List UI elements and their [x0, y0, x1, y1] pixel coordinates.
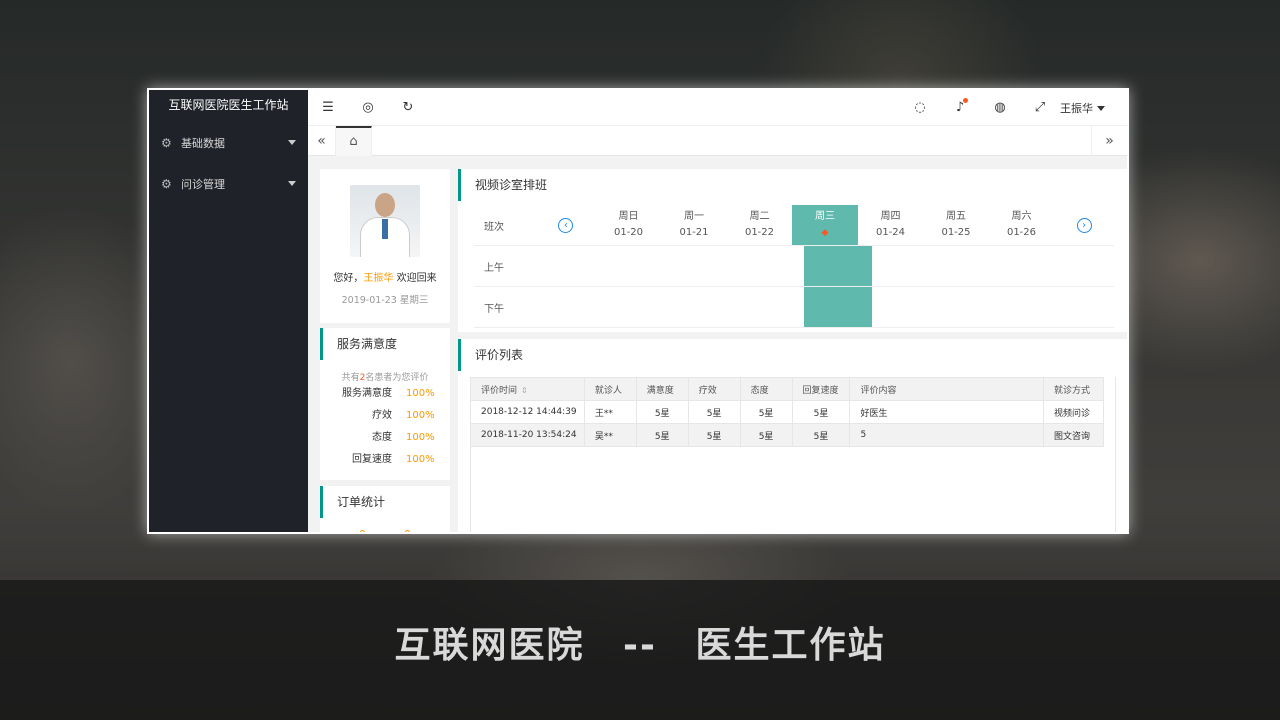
column-header: 回复速度 — [791, 377, 851, 401]
day-header-today: 周三 ◆ — [792, 205, 858, 245]
tab-scroll-left-icon[interactable]: « — [308, 125, 336, 156]
day-header: 周六 01-26 — [1006, 211, 1037, 238]
fullscreen-icon[interactable]: ⤢ — [1020, 100, 1060, 115]
sidebar-item-consultation[interactable]: ⚙ 问诊管理 — [149, 163, 308, 204]
bell-icon[interactable]: ♪ — [940, 98, 980, 115]
table-row: 2018-11-20 13:54:24 吴** 5星 5星 5星 5星 5 图文… — [470, 423, 1104, 447]
chevron-left-icon: ‹ — [558, 217, 574, 233]
sidebar: 互联网医院医生工作站 ⚙ 基础数据 ⚙ 问诊管理 — [149, 90, 308, 532]
chevron-right-icon: › — [1076, 217, 1092, 233]
menu-toggle-icon[interactable]: ☰ — [308, 100, 348, 115]
caption-text: 互联网医院 -- 医生工作站 — [394, 625, 886, 666]
tab-scroll-right-icon[interactable]: » — [1091, 125, 1127, 156]
sidebar-item-basic-data[interactable]: ⚙ 基础数据 — [149, 122, 308, 163]
schedule-cell-today[interactable] — [804, 287, 872, 327]
user-menu[interactable]: 王振华 — [1060, 100, 1105, 116]
column-header: 评价内容 — [849, 377, 1045, 401]
satisfaction-summary: 共有2名患者为您评价 — [341, 373, 429, 383]
schedule-header-row: 班次 ‹ 周日 01-20 周一 01-21 周二 01-22 周三 ◆ 周四 01-24… — [474, 205, 1114, 246]
day-header: 周日 01-20 — [613, 211, 644, 238]
doctor-name: 王振华 — [363, 273, 394, 284]
profile-card: 您好，王振华 欢迎回来 2019-01-23 星期三 — [320, 169, 450, 323]
schedule-card: 视频诊室排班 ↻ 班次 ‹ 周日01-20 周一01-21 周二01-22 周三… — [458, 169, 1127, 332]
column-header[interactable]: 评价时间 ⇕ — [470, 377, 585, 401]
schedule-grid: 班次 ‹ 周日 01-20 周一 01-21 周二 01-22 周三 ◆ 周四 01-24… — [474, 205, 1114, 328]
sort-icon[interactable]: ⇕ — [521, 386, 528, 395]
chevron-down-icon — [288, 140, 296, 145]
reviews-card: 评价列表 评价时间⇕ 就诊人 满意度 疗效 态度 回复速度 评价内容 就诊方式 — [458, 339, 1127, 532]
location-pin-icon: ◆ — [821, 228, 829, 238]
schedule-row-morning: 上午 — [474, 246, 1114, 287]
column-header: 就诊人 — [583, 377, 637, 401]
order-stats-card: 订单统计 0 0 — [320, 486, 450, 532]
greeting: 您好，王振华 欢迎回来 — [333, 273, 437, 284]
column-header: 满意度 — [635, 377, 689, 401]
current-date: 2019-01-23 星期三 — [341, 295, 429, 306]
home-tab-icon[interactable]: ⌂ — [336, 125, 372, 156]
notification-dot — [963, 98, 968, 103]
schedule-row-afternoon: 下午 — [474, 287, 1114, 328]
order-stats-title: 订单统计 — [320, 486, 450, 518]
next-week-button[interactable]: › — [1054, 205, 1114, 245]
gear-icon: ⚙ — [161, 135, 172, 150]
satisfaction-row: 服务满意度 100% — [342, 388, 435, 399]
palette-icon[interactable]: ◍ — [980, 100, 1020, 115]
main-area: ☰ ◎ ↻ ◌ ♪ ◍ ⤢ 王振华 « ⌂ » 您好，王振华 欢迎回来 2019… — [308, 90, 1127, 532]
dashboard-content: 您好，王振华 欢迎回来 2019-01-23 星期三 服务满意度 共有2名患者为… — [308, 166, 1127, 532]
avatar — [350, 185, 420, 257]
column-header: 态度 — [739, 377, 793, 401]
satisfaction-row: 态度 100% — [372, 432, 435, 443]
sidebar-item-label: 问诊管理 — [181, 177, 225, 191]
globe-icon[interactable]: ◎ — [348, 100, 388, 115]
shift-label: 班次 — [484, 221, 504, 233]
day-header: 周二 01-22 — [744, 211, 775, 238]
app-window: 互联网医院医生工作站 ⚙ 基础数据 ⚙ 问诊管理 ☰ ◎ ↻ ◌ ♪ ◍ ⤢ 王… — [147, 88, 1129, 534]
prev-week-button[interactable]: ‹ — [536, 205, 596, 245]
satisfaction-row: 疗效 100% — [372, 410, 435, 421]
table-row: 2018-12-12 14:44:39 王** 5星 5星 5星 5星 好医生 … — [470, 400, 1104, 424]
order-count: 0 — [404, 528, 411, 532]
day-header: 周一 01-21 — [679, 211, 709, 238]
reviews-table: 评价时间 ⇕ 就诊人 满意度 疗效 态度 回复速度 评价内容 就诊方式 2018- — [470, 377, 1104, 447]
schedule-cell-today[interactable] — [804, 246, 872, 286]
table-header-row: 评价时间 ⇕ 就诊人 满意度 疗效 态度 回复速度 评价内容 就诊方式 — [470, 377, 1104, 401]
order-count: 0 — [359, 528, 366, 532]
refresh-icon[interactable]: ↻ — [388, 100, 428, 115]
reviews-title: 评价列表 — [458, 339, 1127, 371]
schedule-title: 视频诊室排班 — [458, 169, 1127, 201]
satisfaction-row: 回复速度 100% — [352, 454, 435, 465]
satisfaction-card: 服务满意度 共有2名患者为您评价 服务满意度 100% 疗效 100% 态度 100%… — [320, 328, 450, 480]
theme-icon[interactable]: ◌ — [900, 100, 940, 115]
day-header: 周五 01-25 — [941, 211, 971, 238]
column-header: 疗效 — [687, 377, 741, 401]
column-header: 就诊方式 — [1043, 377, 1104, 401]
gear-icon: ⚙ — [161, 176, 172, 191]
sidebar-item-label: 基础数据 — [181, 136, 225, 150]
chevron-down-icon — [288, 181, 296, 186]
top-toolbar: ☰ ◎ ↻ ◌ ♪ ◍ ⤢ 王振华 — [308, 90, 1127, 126]
satisfaction-title: 服务满意度 — [320, 328, 450, 360]
tab-bar: « ⌂ » — [308, 125, 1127, 156]
brand-title: 互联网医院医生工作站 — [168, 98, 289, 112]
day-header: 周四 01-24 — [875, 211, 906, 238]
